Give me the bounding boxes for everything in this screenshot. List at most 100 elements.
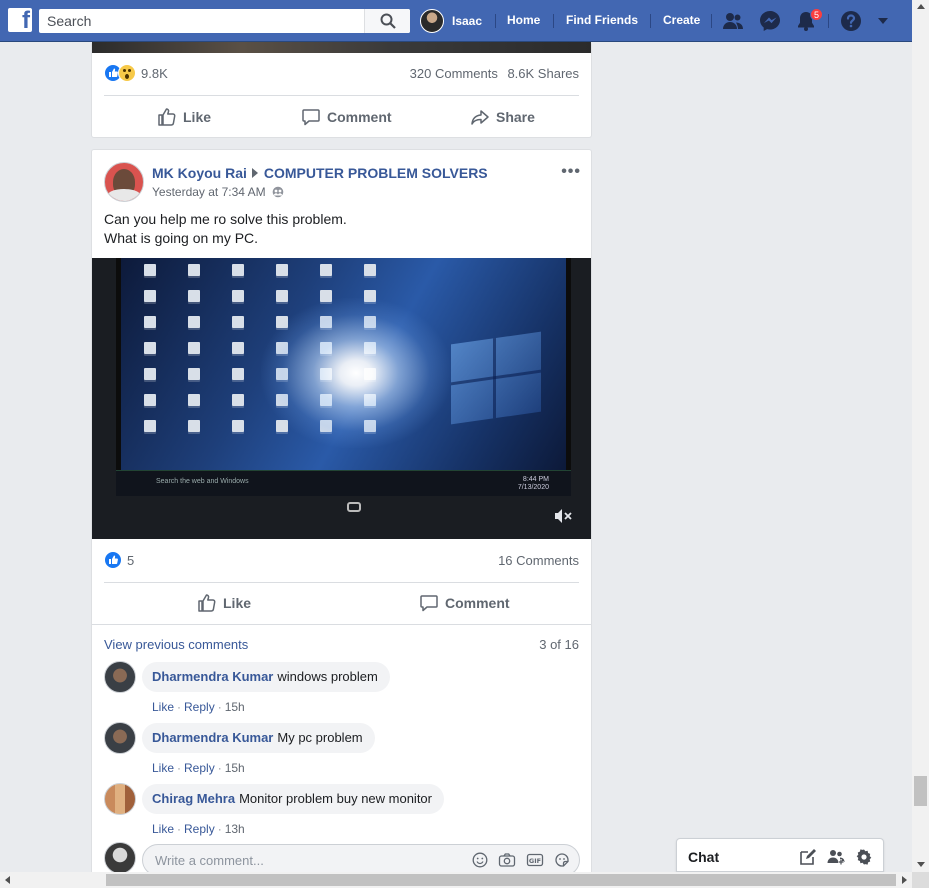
comment-like-link[interactable]: Like <box>152 822 174 836</box>
comments-count-link[interactable]: 320 Comments <box>410 66 498 81</box>
notification-count-badge: 5 <box>810 8 824 21</box>
comment-like-link[interactable]: Like <box>152 700 174 714</box>
search-button[interactable] <box>364 9 410 33</box>
comment-reply-link[interactable]: Reply <box>184 761 215 775</box>
windows-logo <box>451 331 541 425</box>
comment-label: Comment <box>327 109 392 125</box>
video-taskbar: Search the web and Windows 8:44 PM 7/13/… <box>116 470 571 496</box>
messenger-icon[interactable] <box>759 10 781 32</box>
new-group-icon[interactable] <box>827 848 845 866</box>
chat-label: Chat <box>688 849 720 865</box>
account-menu-chevron-down-icon[interactable] <box>876 14 890 28</box>
post-header: MK Koyou Rai COMPUTER PROBLEM SOLVERS <box>152 165 488 181</box>
comments-count-link[interactable]: 16 Comments <box>498 553 579 568</box>
comment-like-link[interactable]: Like <box>152 761 174 775</box>
scroll-left-arrow-icon[interactable] <box>5 876 10 884</box>
user-avatar <box>104 842 136 874</box>
comment-actions: Like · Reply · 13h <box>152 822 245 836</box>
comment-text: My pc problem <box>277 730 363 745</box>
like-button[interactable]: Like <box>157 107 211 127</box>
horizontal-scrollbar[interactable] <box>0 872 912 888</box>
comment-time[interactable]: 15h <box>225 700 245 714</box>
like-button[interactable]: Like <box>197 593 251 613</box>
scroll-right-arrow-icon[interactable] <box>902 876 907 884</box>
post-text-line: What is going on my PC. <box>104 230 259 246</box>
author-avatar[interactable] <box>104 162 144 202</box>
scrollbar-corner <box>912 872 929 888</box>
post-options-button[interactable]: ••• <box>561 163 581 181</box>
top-navigation-bar: f Isaac Home Find Friends Create 5 <box>0 0 912 42</box>
author-name-link[interactable]: MK Koyou Rai <box>152 165 247 181</box>
search-box <box>39 9 410 33</box>
search-icon <box>380 13 396 29</box>
avatar <box>420 9 444 33</box>
comment-time[interactable]: 13h <box>225 822 245 836</box>
view-previous-comments-link[interactable]: View previous comments <box>104 637 248 652</box>
comment-text: windows problem <box>277 669 378 684</box>
share-button[interactable]: Share <box>470 107 535 127</box>
comment-bubble: Chirag Mehra Monitor problem buy new moni… <box>142 784 444 814</box>
nav-find-friends-link[interactable]: Find Friends <box>566 13 638 27</box>
vertical-scrollbar-thumb[interactable] <box>914 776 927 806</box>
divider <box>92 624 591 625</box>
comment-label: Comment <box>445 595 510 611</box>
nav-profile-link[interactable]: Isaac <box>420 9 482 33</box>
comment-button[interactable]: Comment <box>301 107 392 127</box>
write-comment-row: GIF <box>104 842 580 876</box>
commenter-avatar[interactable] <box>104 722 136 754</box>
nav-home-link[interactable]: Home <box>507 13 540 27</box>
timestamp-link[interactable]: Yesterday at 7:34 AM <box>152 185 266 199</box>
post-timestamp: Yesterday at 7:34 AM <box>152 185 284 199</box>
clock-time: 8:44 PM <box>522 476 549 483</box>
emoji-icon[interactable] <box>472 852 488 868</box>
muted-speaker-icon[interactable] <box>553 507 573 525</box>
share-label: Share <box>496 109 535 125</box>
post-video[interactable]: Search the web and Windows 8:44 PM 7/13/… <box>92 258 591 539</box>
divider <box>104 95 579 96</box>
commenter-name-link[interactable]: Chirag Mehra <box>152 791 235 806</box>
group-audience-icon[interactable] <box>272 186 284 198</box>
nav-divider <box>553 14 554 28</box>
scroll-up-arrow-icon[interactable] <box>917 4 925 9</box>
reaction-count: 9.8K <box>141 65 168 81</box>
help-icon[interactable] <box>840 10 862 32</box>
chat-sidebar-tab[interactable]: Chat <box>676 838 884 872</box>
nav-create-link[interactable]: Create <box>663 13 700 27</box>
camera-icon[interactable] <box>498 852 516 868</box>
light-glare <box>261 298 451 448</box>
comment-bubble: Dharmendra Kumar My pc problem <box>142 723 375 753</box>
commenter-name-link[interactable]: Dharmendra Kumar <box>152 730 273 745</box>
previous-post-video[interactable] <box>92 42 591 53</box>
comment-reply-link[interactable]: Reply <box>184 822 215 836</box>
reaction-summary[interactable]: 5 <box>104 551 134 569</box>
horizontal-scrollbar-thumb[interactable] <box>106 874 896 886</box>
wow-reaction-icon <box>118 64 136 82</box>
comment-text: Monitor problem buy new monitor <box>239 791 432 806</box>
svg-text:GIF: GIF <box>529 857 541 865</box>
caret-right-icon <box>251 168 258 178</box>
comment-time[interactable]: 15h <box>225 761 245 775</box>
reaction-count: 5 <box>127 552 135 568</box>
commenter-avatar[interactable] <box>104 783 136 815</box>
comment-reply-link[interactable]: Reply <box>184 700 215 714</box>
shares-count-link[interactable]: 8.6K Shares <box>507 66 579 81</box>
sticker-icon[interactable] <box>554 852 570 868</box>
vertical-scrollbar[interactable] <box>912 0 929 872</box>
friend-requests-icon[interactable] <box>722 10 744 32</box>
nav-divider <box>495 14 496 28</box>
reaction-summary[interactable]: 9.8K <box>104 64 168 82</box>
scroll-down-arrow-icon[interactable] <box>917 862 925 867</box>
monitor-brand-logo <box>347 502 361 512</box>
facebook-logo[interactable]: f <box>8 7 32 34</box>
search-input[interactable] <box>39 9 359 33</box>
comment-attachment-icons: GIF <box>472 852 570 868</box>
new-message-icon[interactable] <box>799 848 817 866</box>
post-stats: 320 Comments 8.6K Shares <box>410 66 579 81</box>
gif-icon[interactable]: GIF <box>526 852 544 868</box>
group-name-link[interactable]: COMPUTER PROBLEM SOLVERS <box>264 165 488 181</box>
comment-button[interactable]: Comment <box>419 593 510 613</box>
like-thumb-icon <box>198 594 216 612</box>
chat-settings-gear-icon[interactable] <box>855 848 873 866</box>
commenter-avatar[interactable] <box>104 661 136 693</box>
commenter-name-link[interactable]: Dharmendra Kumar <box>152 669 273 684</box>
